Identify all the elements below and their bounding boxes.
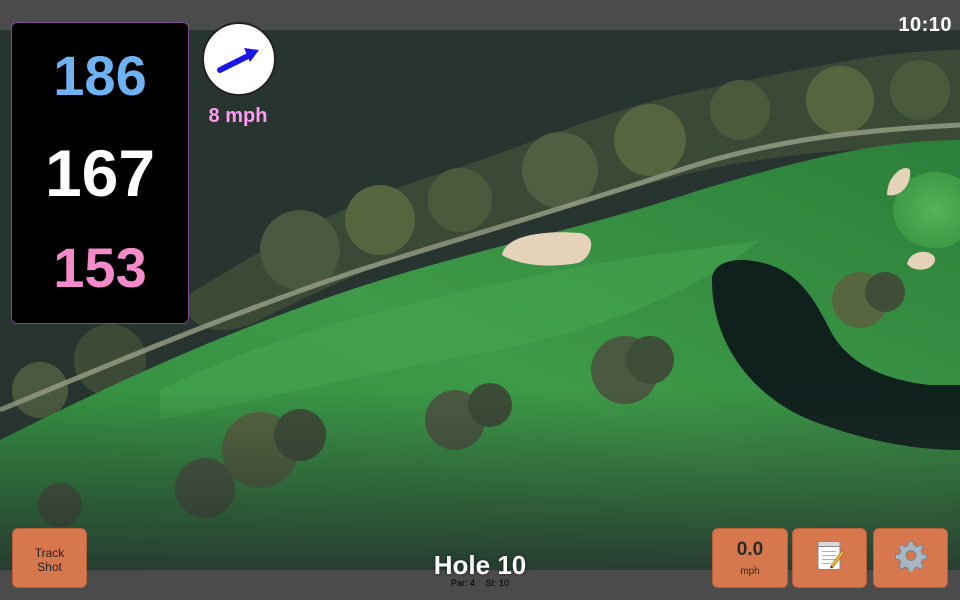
notepad-icon xyxy=(815,540,845,577)
distance-back: 186 xyxy=(53,44,147,107)
speed-unit: mph xyxy=(740,566,760,577)
distance-front: 153 xyxy=(53,236,147,299)
arrow-icon xyxy=(217,48,259,73)
speed-value: 0.0 xyxy=(736,539,764,560)
wind-direction-dial xyxy=(202,22,276,96)
notes-button[interactable] xyxy=(792,528,867,588)
gear-icon xyxy=(894,540,927,577)
hole-par: Par: 4 xyxy=(450,578,475,588)
clock: 10:10 xyxy=(898,14,952,36)
speed-button[interactable]: 0.0 mph xyxy=(712,528,788,588)
hole-info: Par: 4 SI: 10 xyxy=(380,578,580,588)
wind-speed-label: 8 mph xyxy=(208,105,268,127)
distance-middle: 167 xyxy=(44,136,156,210)
settings-button[interactable] xyxy=(873,528,948,588)
hole-title: Hole 10 xyxy=(433,550,527,580)
distance-panel: 186 167 153 xyxy=(11,22,189,324)
hole-stroke-index: SI: 10 xyxy=(485,578,510,588)
track-shot-label-line1: Track xyxy=(34,546,65,560)
track-shot-label-line2: Shot xyxy=(37,560,62,574)
track-shot-button[interactable]: Track Shot xyxy=(12,528,87,588)
